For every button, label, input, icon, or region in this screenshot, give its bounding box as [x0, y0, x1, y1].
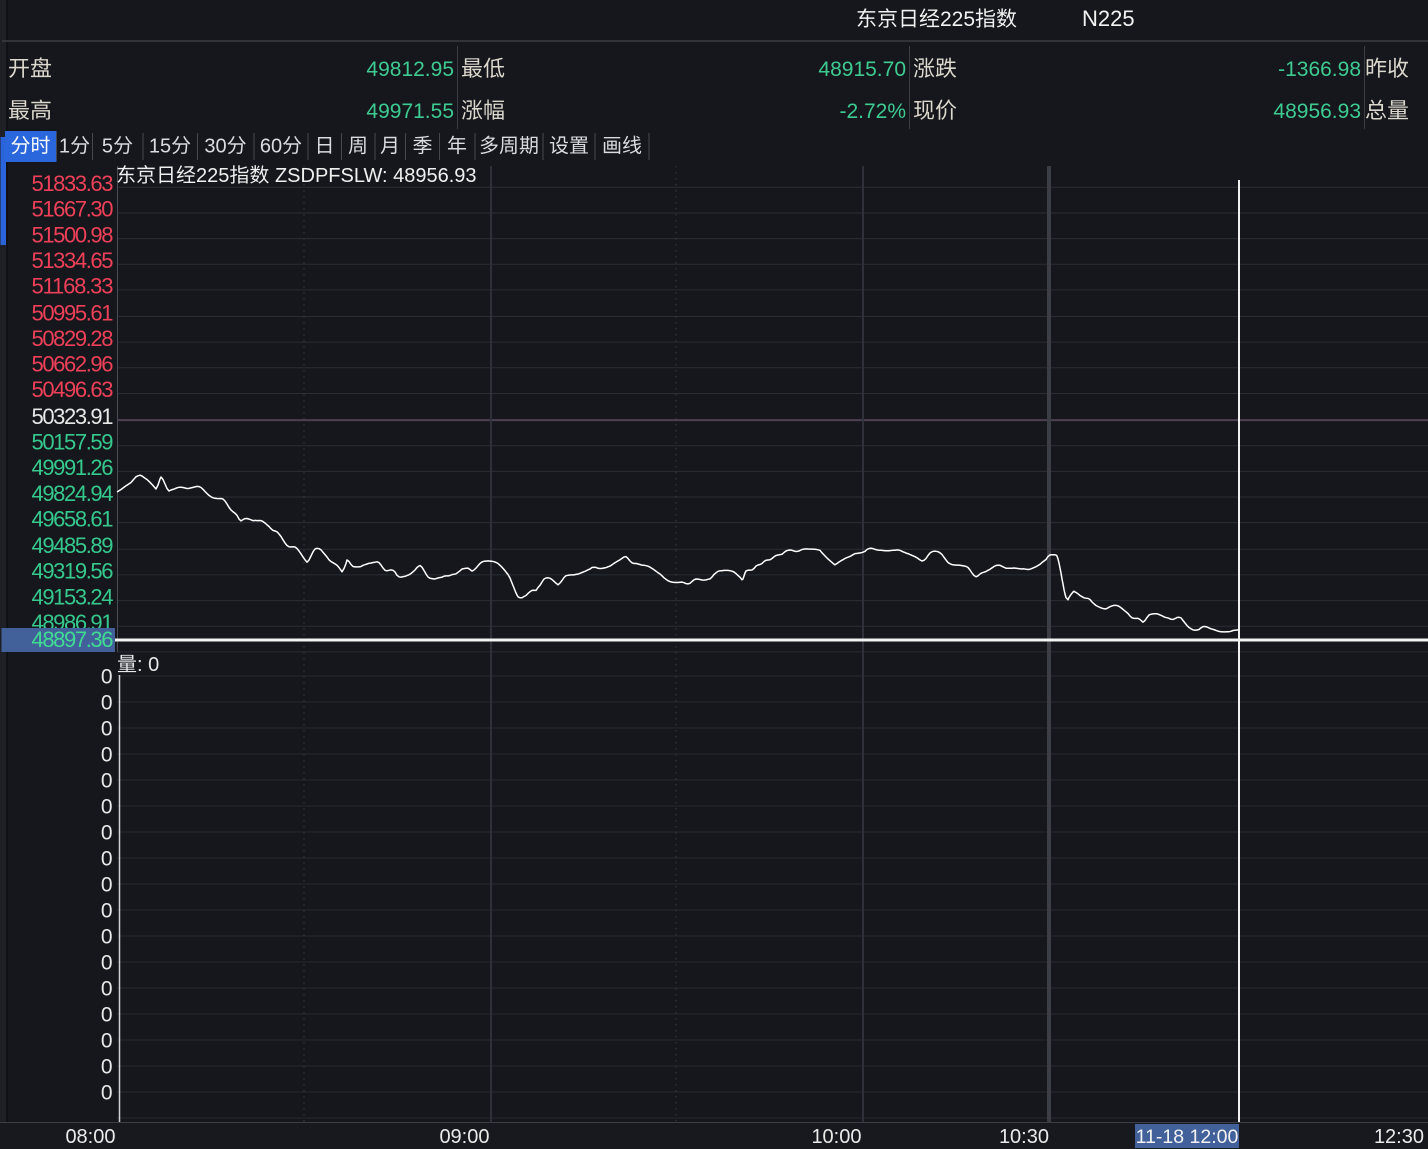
svg-text:49991.26: 49991.26 — [32, 455, 114, 480]
svg-text:0: 0 — [101, 926, 113, 949]
svg-text:ZSDPFSLW: 48956.93: ZSDPFSLW: 48956.93 — [269, 165, 476, 187]
svg-text:N225: N225 — [1082, 6, 1135, 31]
svg-text:11-18 12:00: 11-18 12:00 — [1136, 1126, 1239, 1148]
svg-text:0: 0 — [101, 1004, 113, 1027]
svg-text:60: 60 — [260, 136, 282, 158]
svg-text:49812.95: 49812.95 — [366, 58, 454, 81]
svg-text:-2.72%: -2.72% — [839, 100, 906, 123]
svg-text:0: 0 — [101, 1056, 113, 1079]
svg-text:50662.96: 50662.96 — [32, 352, 114, 377]
svg-text:51667.30: 51667.30 — [32, 197, 114, 222]
svg-text:225: 225 — [940, 8, 975, 31]
svg-text:0: 0 — [101, 848, 113, 871]
svg-text:0: 0 — [101, 692, 113, 715]
svg-text:0: 0 — [101, 1082, 113, 1105]
svg-text:50829.28: 50829.28 — [32, 326, 114, 351]
svg-text:51334.65: 51334.65 — [32, 248, 114, 273]
svg-text:50157.59: 50157.59 — [32, 430, 114, 455]
svg-text:225: 225 — [196, 165, 229, 187]
svg-text:15: 15 — [149, 136, 171, 158]
svg-text:10:00: 10:00 — [811, 1126, 861, 1148]
svg-text:12:30: 12:30 — [1374, 1126, 1424, 1148]
svg-text:0: 0 — [101, 770, 113, 793]
svg-text:0: 0 — [101, 666, 113, 689]
svg-text:0: 0 — [101, 874, 113, 897]
svg-text:49153.24: 49153.24 — [32, 584, 114, 609]
svg-text:49485.89: 49485.89 — [32, 533, 114, 558]
svg-text:49824.94: 49824.94 — [32, 481, 114, 506]
svg-text:1: 1 — [59, 136, 70, 158]
svg-text:10:30: 10:30 — [999, 1126, 1049, 1148]
svg-text:30: 30 — [204, 136, 226, 158]
svg-text:50496.63: 50496.63 — [32, 377, 114, 402]
svg-text:0: 0 — [101, 1030, 113, 1053]
svg-text:: 0: : 0 — [137, 654, 159, 676]
svg-text:09:00: 09:00 — [439, 1126, 489, 1148]
svg-text:49971.55: 49971.55 — [366, 100, 454, 123]
svg-text:50995.61: 50995.61 — [32, 300, 114, 325]
svg-text:48915.70: 48915.70 — [818, 58, 906, 81]
svg-text:51500.98: 51500.98 — [32, 222, 114, 247]
svg-text:51168.33: 51168.33 — [32, 274, 114, 299]
svg-text:0: 0 — [101, 796, 113, 819]
svg-text:48897.36: 48897.36 — [32, 627, 114, 652]
svg-text:5: 5 — [102, 136, 113, 158]
svg-text:0: 0 — [101, 952, 113, 975]
svg-text:0: 0 — [101, 978, 113, 1001]
svg-text:08:00: 08:00 — [65, 1126, 115, 1148]
svg-text:0: 0 — [101, 718, 113, 741]
svg-text:0: 0 — [101, 744, 113, 767]
svg-text:0: 0 — [101, 900, 113, 923]
svg-text:-1366.98: -1366.98 — [1278, 58, 1361, 81]
svg-text:51833.63: 51833.63 — [32, 171, 114, 196]
svg-text:49319.56: 49319.56 — [32, 559, 114, 584]
svg-text:49658.61: 49658.61 — [32, 506, 114, 531]
svg-text:48956.93: 48956.93 — [1273, 100, 1361, 123]
svg-text:50323.91: 50323.91 — [32, 404, 114, 429]
svg-text:0: 0 — [101, 822, 113, 845]
